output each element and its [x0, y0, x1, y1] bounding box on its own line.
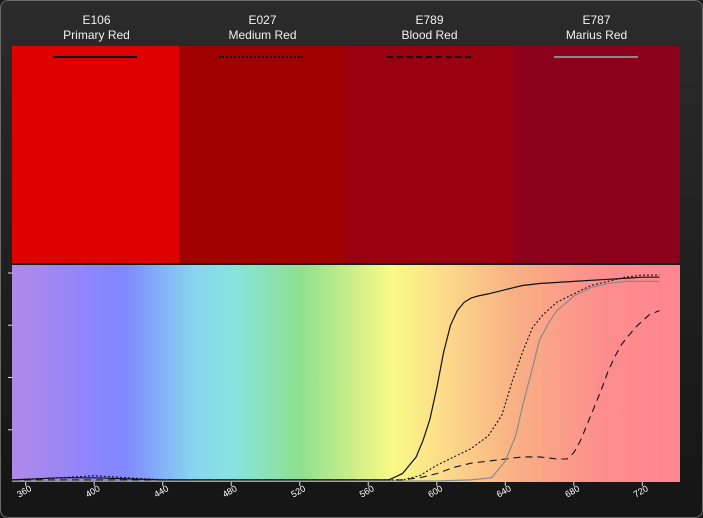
- x-tick-label: 520: [289, 483, 307, 499]
- x-tick-label: 640: [495, 483, 513, 499]
- x-tick-label: 480: [221, 483, 239, 499]
- x-tick-label: 400: [84, 483, 102, 499]
- x-tick-label: 600: [426, 483, 444, 499]
- x-tick-label: 440: [152, 483, 170, 499]
- x-tick-label: 560: [358, 483, 376, 499]
- x-tick-label: 680: [563, 483, 581, 499]
- x-tick-label: 360: [15, 483, 33, 499]
- x-tick-label: 720: [632, 483, 650, 499]
- transmission-chart: 360 400 440 480 520 560 600 640 680 720: [8, 263, 680, 499]
- spectrum-background: [12, 265, 680, 482]
